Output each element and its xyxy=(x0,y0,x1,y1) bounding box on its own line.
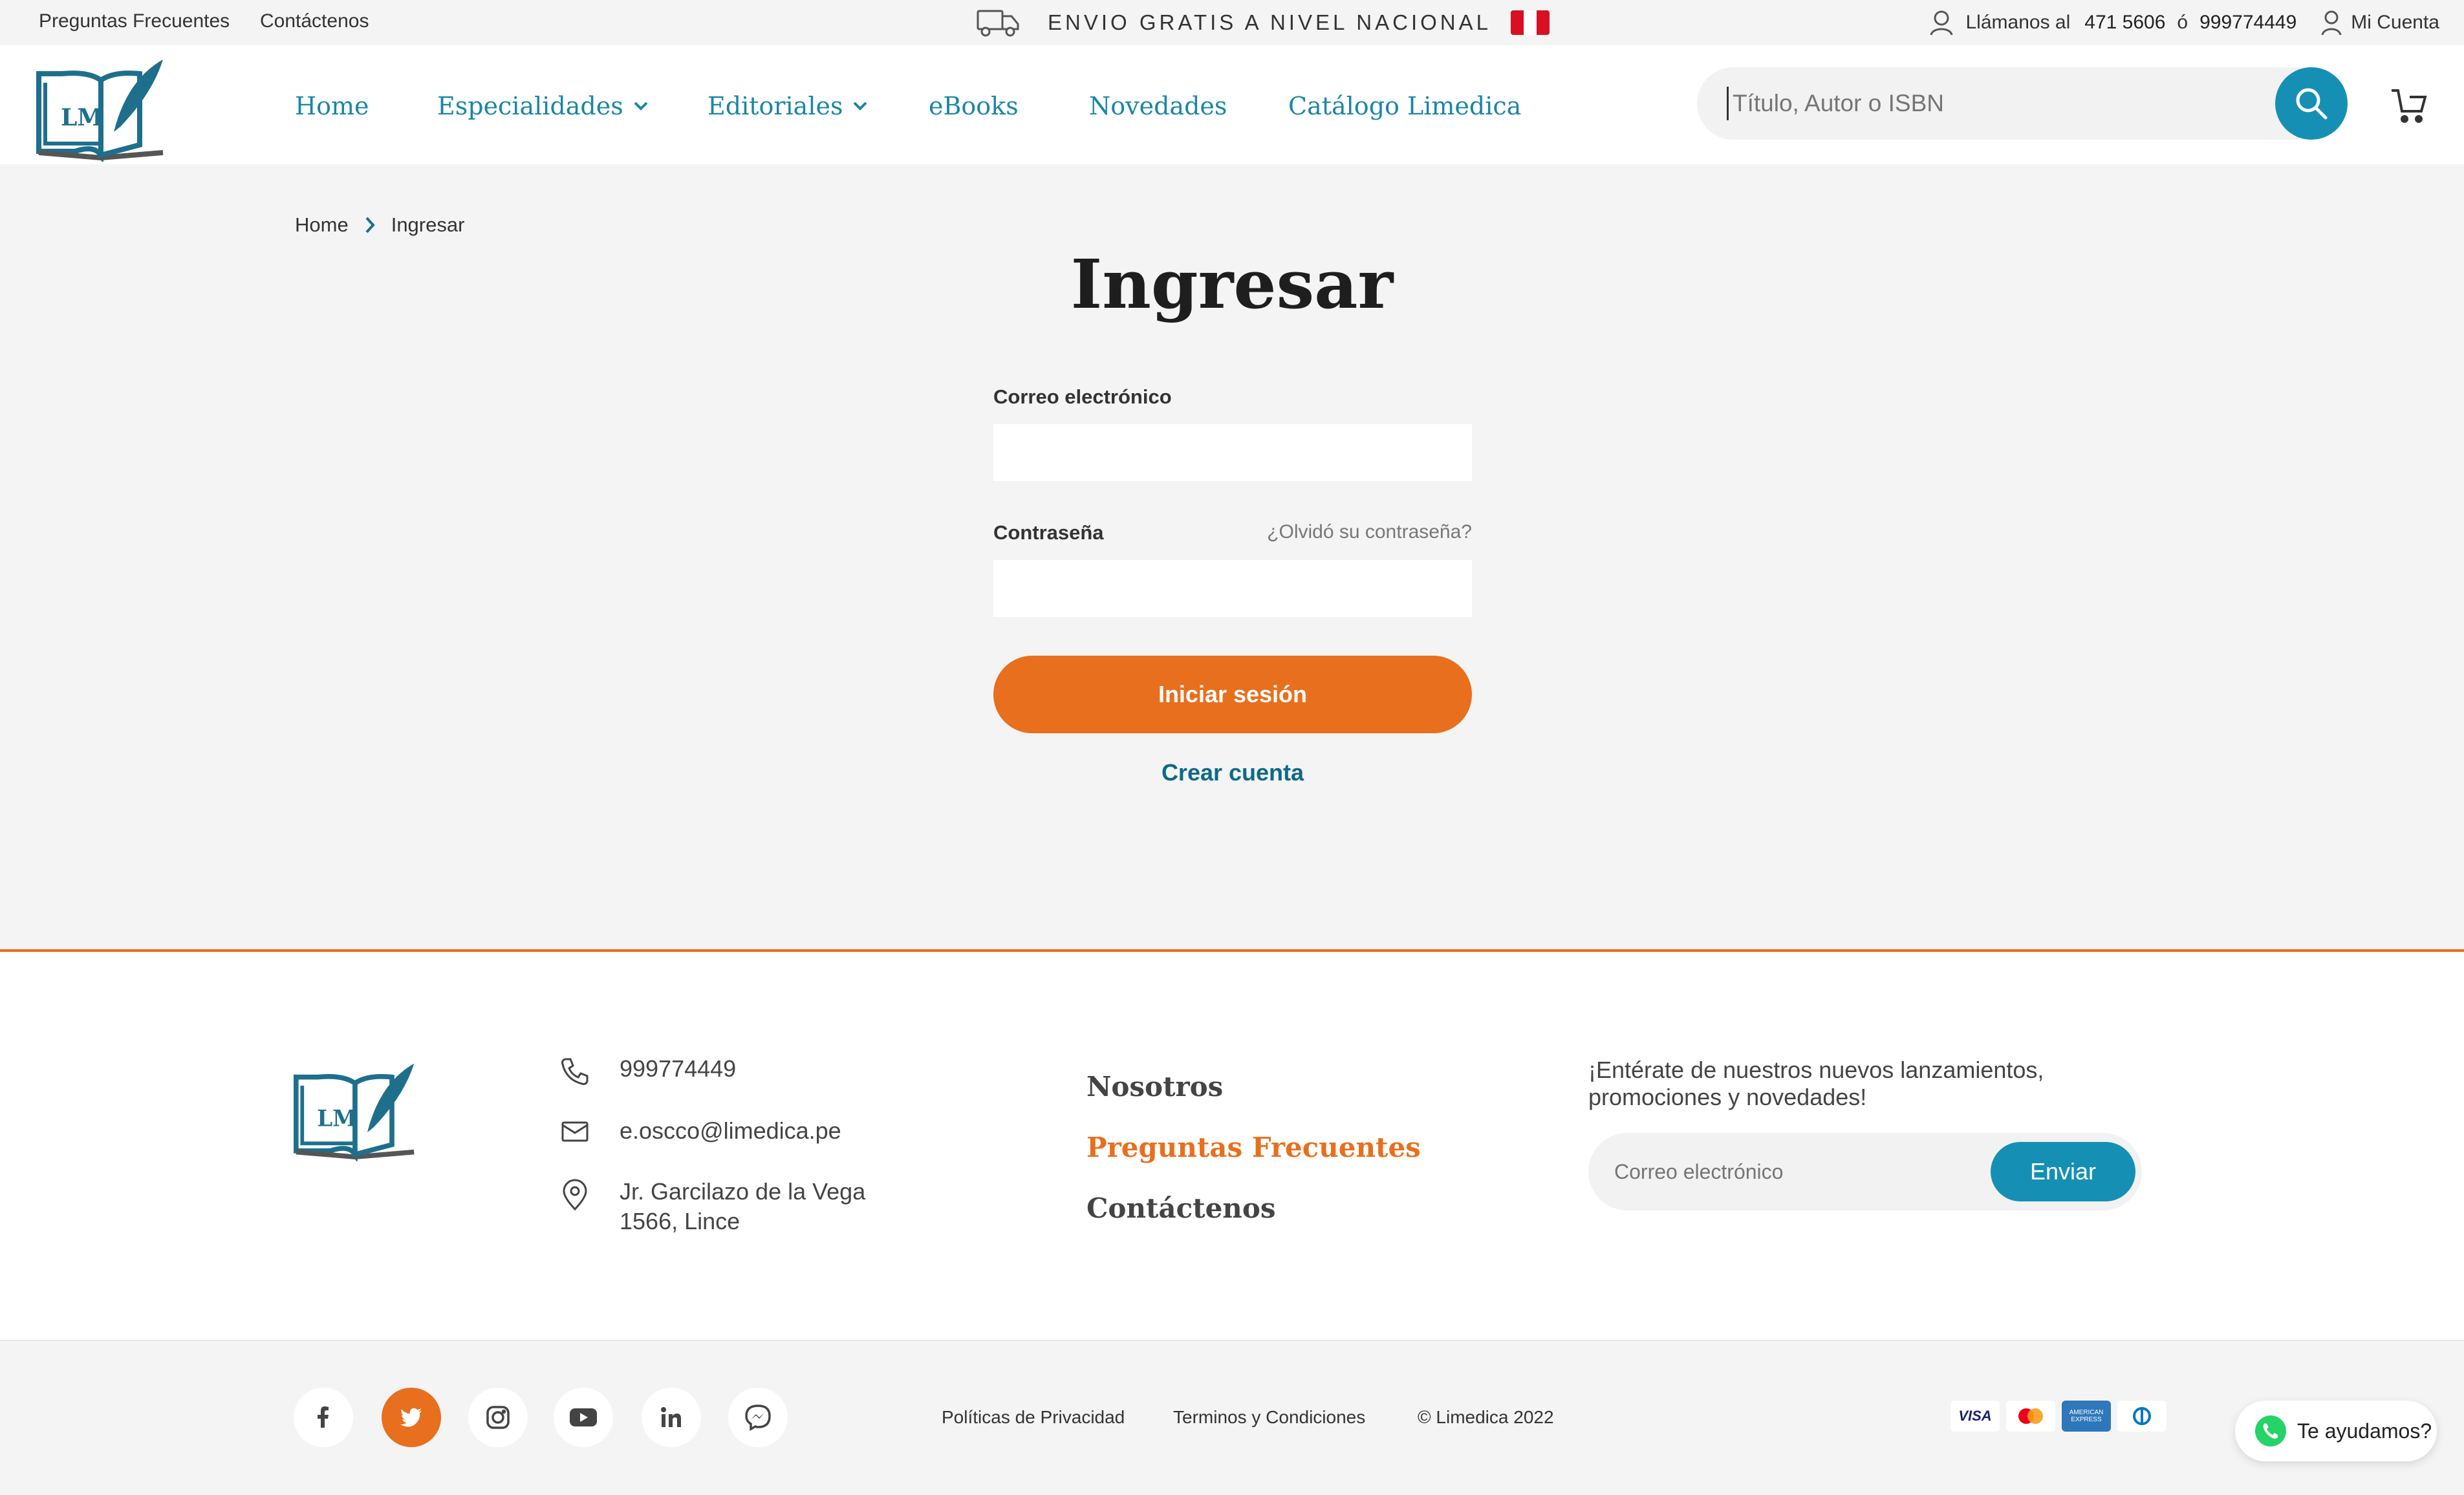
breadcrumb: Home Ingresar xyxy=(295,213,464,237)
newsletter-submit-button[interactable]: Enviar xyxy=(1991,1142,2135,1201)
user-support-icon xyxy=(1929,9,1954,36)
footer: LM 999774449 e.oscco@limedica.pe Jr. Gar xyxy=(0,952,2464,1340)
footer-email[interactable]: e.oscco@limedica.pe xyxy=(560,1117,841,1145)
phone-number-2[interactable]: 999774449 xyxy=(2199,12,2296,34)
email-label: Correo electrónico xyxy=(993,385,1172,408)
account-link[interactable]: Mi Cuenta xyxy=(2351,12,2439,34)
nav-editoriales[interactable]: Editoriales xyxy=(708,92,869,120)
email-field[interactable] xyxy=(993,424,1472,481)
top-contact-info: Llámanos al 471 5606 ó 999774449 Mi Cuen… xyxy=(1929,6,2439,39)
youtube-button[interactable] xyxy=(554,1388,613,1447)
footer-address: Jr. Garcilazo de la Vega 1566, Lince xyxy=(560,1177,865,1236)
or-text: ó xyxy=(2177,12,2188,33)
facebook-button[interactable] xyxy=(294,1388,353,1447)
facebook-icon xyxy=(310,1404,336,1430)
create-account-link[interactable]: Crear cuenta xyxy=(993,759,1472,786)
visa-icon: VISA xyxy=(1951,1401,2000,1432)
top-faq-link[interactable]: Preguntas Frecuentes xyxy=(39,10,230,32)
search-bar xyxy=(1697,67,2348,140)
site-logo[interactable]: LM xyxy=(36,54,166,162)
nav-especialidades[interactable]: Especialidades xyxy=(437,92,649,120)
linkedin-icon xyxy=(659,1405,684,1430)
truck-icon xyxy=(975,7,1022,38)
privacy-link[interactable]: Políticas de Privacidad xyxy=(942,1407,1125,1428)
page-title: Ingresar xyxy=(1070,244,1394,324)
location-pin-icon xyxy=(560,1178,592,1212)
mail-icon xyxy=(560,1119,592,1145)
cart-icon xyxy=(2389,87,2428,125)
forgot-password-link[interactable]: ¿Olvidó su contraseña? xyxy=(1267,521,1472,543)
nav-ebooks[interactable]: eBooks xyxy=(929,92,1019,120)
promo-text: ENVIO GRATIS A NIVEL NACIONAL xyxy=(1048,10,1491,34)
twitter-button[interactable] xyxy=(382,1388,441,1447)
call-label: Llámanos al xyxy=(1965,12,2071,33)
svg-text:LM: LM xyxy=(317,1106,357,1132)
login-button[interactable]: Iniciar sesión xyxy=(993,656,1472,733)
bottom-bar: Políticas de Privacidad Terminos y Condi… xyxy=(0,1341,2464,1495)
youtube-icon xyxy=(568,1406,598,1429)
phone-icon xyxy=(560,1057,592,1086)
cart-button[interactable] xyxy=(2389,87,2428,125)
main-header: LM Home Especialidades Editoriales eBook… xyxy=(0,45,2464,164)
amex-icon: AMERICAN EXPRESS xyxy=(2062,1401,2111,1432)
messenger-button[interactable] xyxy=(728,1388,788,1447)
mastercard-icon xyxy=(2006,1401,2055,1432)
twitter-icon xyxy=(398,1404,424,1430)
search-icon xyxy=(2293,85,2329,122)
password-label: Contraseña xyxy=(993,521,1104,544)
whatsapp-help-button[interactable]: Te ayudamos? xyxy=(2235,1401,2437,1461)
search-input[interactable] xyxy=(1727,87,2244,120)
nav-catalogo[interactable]: Catálogo Limedica xyxy=(1288,92,1521,120)
messenger-icon xyxy=(744,1404,772,1431)
newsletter-email-input[interactable] xyxy=(1614,1155,1976,1188)
breadcrumb-home[interactable]: Home xyxy=(295,213,349,237)
chevron-down-icon xyxy=(632,100,649,112)
nav-home[interactable]: Home xyxy=(295,92,369,120)
footer-link-faq[interactable]: Preguntas Frecuentes xyxy=(1086,1132,1421,1163)
phone-number-1[interactable]: 471 5606 xyxy=(2084,12,2165,34)
logo-text: LM xyxy=(61,104,103,131)
nav-novedades[interactable]: Novedades xyxy=(1089,92,1227,120)
footer-phone[interactable]: 999774449 xyxy=(560,1055,736,1086)
search-button[interactable] xyxy=(2275,67,2348,140)
footer-logo[interactable]: LM xyxy=(294,1058,416,1161)
account-icon[interactable] xyxy=(2321,9,2342,36)
terms-link[interactable]: Terminos y Condiciones xyxy=(1173,1407,1365,1428)
free-shipping-banner: ENVIO GRATIS A NIVEL NACIONAL xyxy=(975,6,1550,39)
footer-link-nosotros[interactable]: Nosotros xyxy=(1086,1071,1223,1102)
linkedin-button[interactable] xyxy=(642,1388,701,1447)
copyright-text: © Limedica 2022 xyxy=(1418,1407,1554,1427)
peru-flag-icon xyxy=(1511,10,1550,35)
top-contact-link[interactable]: Contáctenos xyxy=(260,10,369,32)
newsletter-text: ¡Entérate de nuestros nuevos lanzamiento… xyxy=(1588,1057,2044,1110)
chevron-down-icon xyxy=(852,100,869,112)
instagram-button[interactable] xyxy=(468,1388,528,1447)
top-bar: Preguntas Frecuentes Contáctenos ENVIO G… xyxy=(0,0,2464,45)
footer-link-contact[interactable]: Contáctenos xyxy=(1086,1192,1275,1224)
whatsapp-icon xyxy=(2253,1414,2288,1448)
instagram-icon xyxy=(484,1404,512,1431)
breadcrumb-current: Ingresar xyxy=(391,213,465,236)
newsletter-form: Enviar xyxy=(1588,1133,2142,1210)
diners-icon xyxy=(2117,1401,2167,1432)
password-field[interactable] xyxy=(993,560,1472,617)
chevron-right-icon xyxy=(364,215,376,235)
